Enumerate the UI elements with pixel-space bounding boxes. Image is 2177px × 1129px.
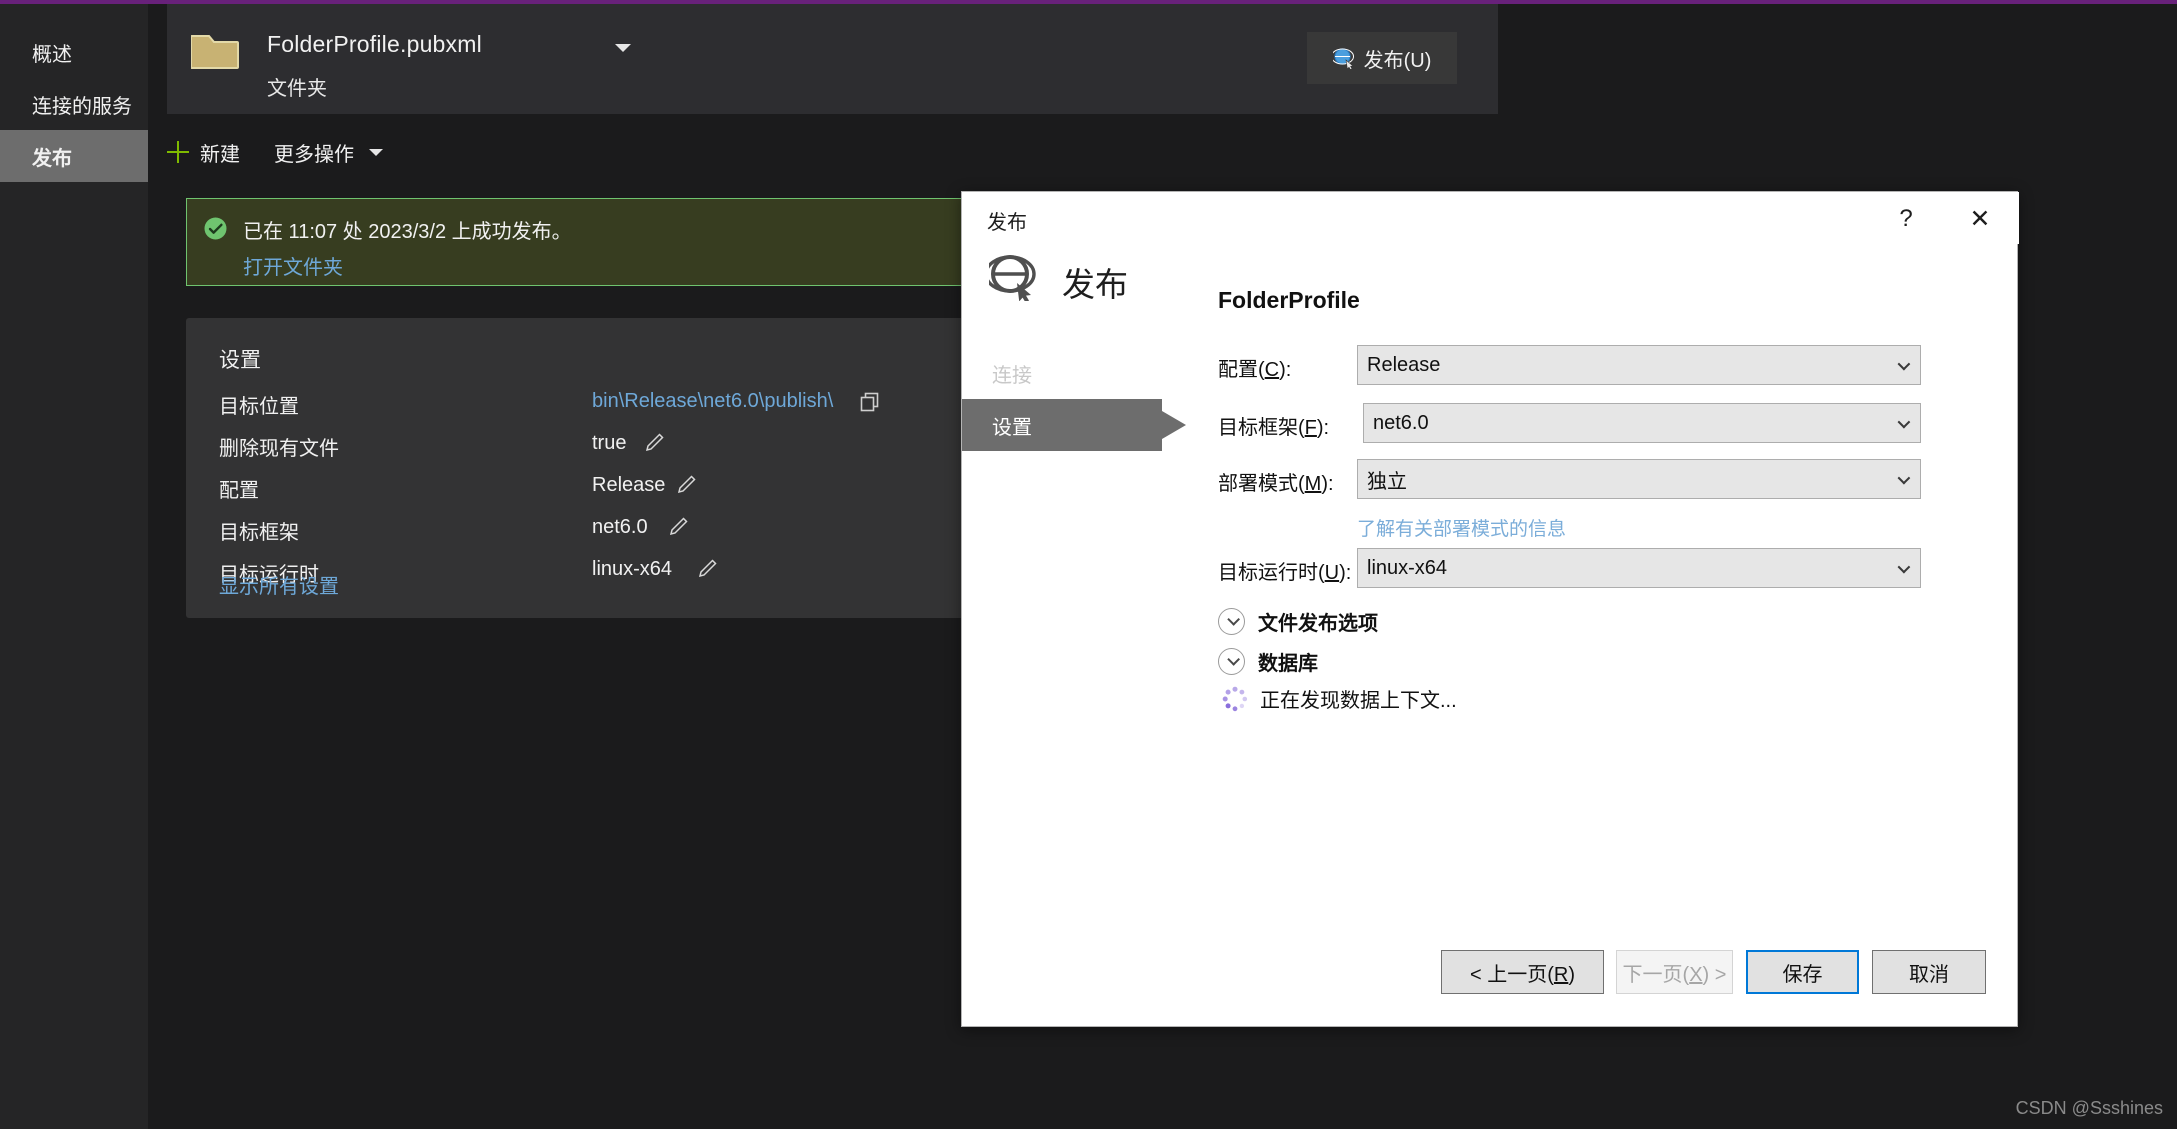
dialog-titlebar: 发布 ? ✕ bbox=[962, 192, 2019, 244]
globe-publish-icon bbox=[989, 255, 1036, 301]
target-runtime-value: linux-x64 bbox=[1367, 556, 1448, 579]
chevron-down-icon bbox=[1897, 415, 1911, 429]
open-folder-link[interactable]: 打开文件夹 bbox=[243, 251, 343, 280]
cancel-button[interactable]: 取消 bbox=[1872, 950, 1986, 994]
previous-button-label: < 上一页(R) bbox=[1469, 963, 1576, 986]
settings-row-label: 删除现有文件 bbox=[219, 438, 339, 460]
chevron-down-icon bbox=[369, 148, 383, 156]
watermark: CSDN @Ssshines bbox=[2015, 1098, 2163, 1118]
toolbar: 新建 更多操作 bbox=[167, 128, 417, 176]
chevron-down-icon bbox=[1897, 560, 1911, 574]
chevron-down-icon bbox=[1897, 471, 1911, 485]
section-file-publish-options[interactable]: 文件发布选项 bbox=[1218, 607, 1378, 636]
folder-icon bbox=[191, 35, 239, 69]
new-profile-label: 新建 bbox=[200, 143, 240, 166]
dialog-nav-label: 设置 bbox=[992, 416, 1032, 439]
globe-publish-icon bbox=[1332, 48, 1354, 69]
target-framework-select[interactable]: net6.0 bbox=[1363, 403, 1921, 443]
chevron-down-icon bbox=[1897, 357, 1911, 371]
profile-header-card: FolderProfile.pubxml 文件夹 发布(U) bbox=[167, 4, 1498, 114]
publish-button-label: 发布(U) bbox=[1363, 49, 1432, 72]
show-all-settings-link[interactable]: 显示所有设置 bbox=[219, 570, 339, 599]
section-label: 文件发布选项 bbox=[1258, 613, 1378, 635]
dialog-header-title: 发布 bbox=[1062, 266, 1128, 303]
dialog-nav-item-settings[interactable]: 设置 bbox=[962, 399, 1186, 451]
close-icon[interactable]: ✕ bbox=[1963, 202, 1997, 236]
more-actions-button[interactable]: 更多操作 bbox=[274, 138, 383, 167]
publish-button[interactable]: 发布(U) bbox=[1307, 32, 1457, 84]
dialog-nav-item-connection: 连接 bbox=[962, 347, 1202, 399]
sidebar-item-connected-services[interactable]: 连接的服务 bbox=[0, 78, 148, 130]
sidebar-item-label: 发布 bbox=[32, 147, 72, 170]
dialog-title: 发布 bbox=[987, 212, 1027, 234]
dialog-nav-label: 连接 bbox=[992, 364, 1032, 387]
settings-row-value: true bbox=[592, 432, 627, 454]
sidebar-item-label: 连接的服务 bbox=[32, 95, 132, 118]
dialog-nav: 连接 设置 bbox=[962, 347, 1202, 451]
profile-name: FolderProfile.pubxml bbox=[267, 31, 482, 57]
next-button: 下一页(X) > bbox=[1616, 950, 1733, 994]
settings-row-label: 目标位置 bbox=[219, 396, 299, 418]
sidebar-item-label: 概述 bbox=[32, 43, 72, 66]
sidebar: 概述 连接的服务 发布 bbox=[0, 4, 148, 1129]
chevron-down-circle-icon bbox=[1218, 648, 1245, 675]
deployment-mode-select[interactable]: 独立 bbox=[1357, 459, 1921, 499]
loading-text: 正在发现数据上下文... bbox=[1260, 690, 1457, 712]
pencil-icon[interactable] bbox=[675, 474, 697, 496]
profile-subtitle: 文件夹 bbox=[267, 78, 327, 100]
settings-row-value: net6.0 bbox=[592, 516, 648, 538]
pencil-icon[interactable] bbox=[696, 558, 718, 580]
copy-icon[interactable] bbox=[860, 392, 880, 412]
profile-dropdown-caret-icon[interactable] bbox=[615, 44, 631, 52]
section-label: 数据库 bbox=[1258, 653, 1318, 675]
data-context-loading-row: 正在发现数据上下文... bbox=[1222, 684, 1457, 713]
configuration-label: 配置(C): bbox=[1218, 359, 1292, 381]
chevron-down-circle-icon bbox=[1218, 608, 1245, 635]
plus-icon bbox=[167, 141, 189, 163]
target-framework-label: 目标框架(F): bbox=[1218, 417, 1330, 439]
settings-row-label: 目标框架 bbox=[219, 522, 299, 544]
configuration-select[interactable]: Release bbox=[1357, 345, 1921, 385]
settings-row-value: linux-x64 bbox=[592, 558, 673, 580]
help-icon[interactable]: ? bbox=[1889, 202, 1923, 236]
loading-spinner-icon bbox=[1222, 686, 1248, 711]
more-actions-label: 更多操作 bbox=[274, 143, 354, 166]
settings-row-value[interactable]: bin\Release\net6.0\publish\ bbox=[592, 390, 833, 413]
target-framework-value: net6.0 bbox=[1373, 411, 1429, 434]
configuration-value: Release bbox=[1367, 353, 1441, 376]
sidebar-item-overview[interactable]: 概述 bbox=[0, 26, 148, 78]
deployment-mode-label: 部署模式(M): bbox=[1218, 473, 1334, 495]
save-button[interactable]: 保存 bbox=[1746, 950, 1859, 994]
pencil-icon[interactable] bbox=[643, 432, 665, 454]
previous-button[interactable]: < 上一页(R) bbox=[1441, 950, 1604, 994]
target-runtime-select[interactable]: linux-x64 bbox=[1357, 548, 1921, 588]
pencil-icon[interactable] bbox=[667, 516, 689, 538]
dialog-footer: < 上一页(R) 下一页(X) > 保存 取消 bbox=[962, 936, 2019, 1026]
sidebar-item-publish[interactable]: 发布 bbox=[0, 130, 148, 182]
check-circle-icon bbox=[204, 217, 227, 240]
settings-row-value: Release bbox=[592, 474, 666, 496]
save-button-label: 保存 bbox=[1782, 963, 1823, 986]
profile-heading: FolderProfile bbox=[1218, 287, 1360, 313]
banner-message: 已在 11:07 处 2023/3/2 上成功发布。 bbox=[243, 221, 572, 243]
publish-dialog: 发布 ? ✕ 发布 连接 设置 FolderProfile 配置(C): Rel… bbox=[961, 191, 2019, 1027]
settings-row-label: 配置 bbox=[219, 480, 259, 502]
target-runtime-label: 目标运行时(U): bbox=[1218, 562, 1352, 584]
new-profile-button[interactable]: 新建 bbox=[167, 138, 240, 167]
next-button-label: 下一页(X) > bbox=[1622, 963, 1727, 986]
cancel-button-label: 取消 bbox=[1909, 963, 1949, 986]
deployment-mode-value: 独立 bbox=[1367, 470, 1407, 493]
settings-title: 设置 bbox=[219, 349, 261, 372]
section-database[interactable]: 数据库 bbox=[1218, 647, 1318, 676]
deployment-mode-help-link[interactable]: 了解有关部署模式的信息 bbox=[1357, 514, 1566, 541]
app-window: 概述 连接的服务 发布 FolderProfile.pubxml 文件夹 发布(… bbox=[0, 0, 2177, 1129]
